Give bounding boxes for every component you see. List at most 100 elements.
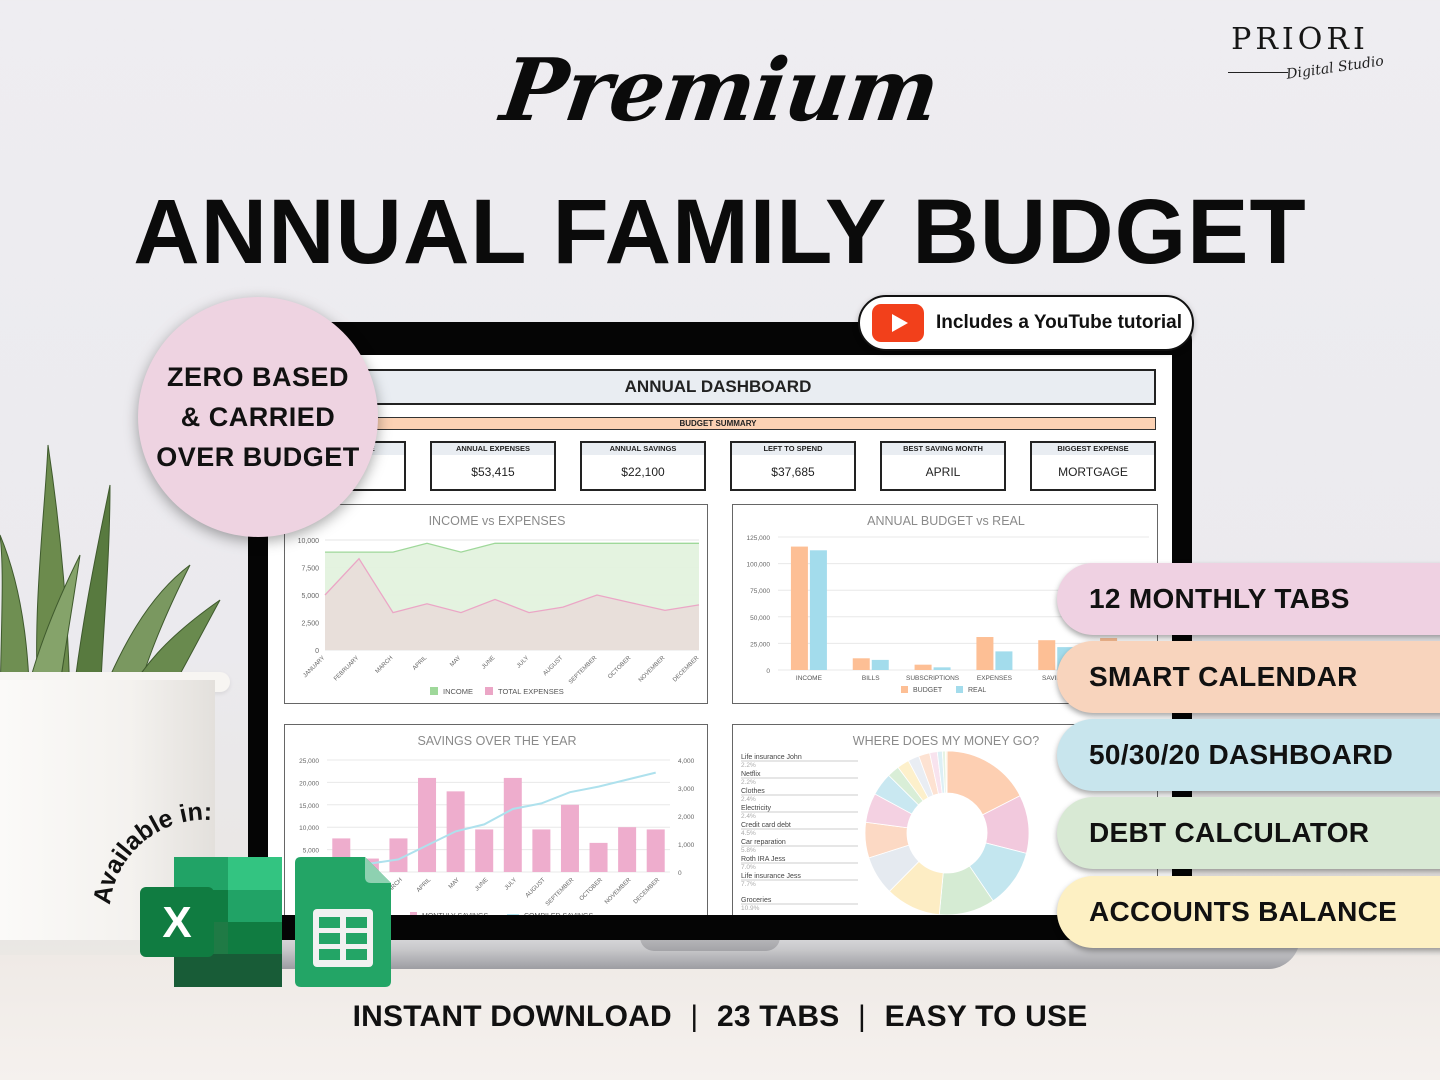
x-tick-label: EXPENSES (977, 675, 1013, 682)
bar-monthly-savings (503, 777, 522, 872)
y-tick-label: 5,000 (303, 848, 320, 855)
bar-budget (790, 546, 808, 670)
footer-instant-download: INSTANT DOWNLOAD (352, 1000, 672, 1033)
bar-budget (914, 664, 932, 670)
x-tick-label: MARCH (375, 655, 395, 675)
pie-label-pct: 7.7% (741, 881, 756, 888)
legend-label: COMPILED SAVINGS (524, 913, 593, 915)
chart-title: WHERE DOES MY MONEY GO? (853, 734, 1039, 748)
dashboard-title: ANNUAL DASHBOARD (280, 369, 1156, 405)
legend-label: BUDGET (913, 687, 943, 694)
x-tick-label: JULY (516, 655, 530, 669)
bar-monthly-savings (560, 804, 579, 872)
x-tick-label: SEPTEMBER (568, 655, 599, 686)
pie-label-name: Roth IRA Jess (741, 856, 786, 863)
x-tick-label: DECEMBER (633, 877, 662, 906)
youtube-tutorial-label: Includes a YouTube tutorial (936, 312, 1182, 333)
kpi-label: ANNUAL EXPENSES (432, 443, 554, 455)
feature-smart-calendar: SMART CALENDAR (1057, 641, 1440, 713)
x-tick-label: MAY (449, 655, 462, 668)
x-tick-label: AUGUST (525, 877, 547, 899)
chart-title: ANNUAL BUDGET vs REAL (867, 514, 1025, 528)
feature-503020-dashboard: 50/30/20 DASHBOARD (1057, 719, 1440, 791)
bar-budget (1038, 640, 1056, 670)
feature-debt-calculator: DEBT CALCULATOR (1057, 797, 1440, 869)
y2-tick-label: 2,000 (678, 814, 695, 821)
legend-label: MONTHLY SAVINGS (422, 913, 488, 915)
legend-swatch (956, 686, 963, 693)
legend-label: INCOME (443, 687, 473, 696)
x-tick-label: MAY (448, 877, 461, 890)
bar-monthly-savings (618, 827, 637, 872)
y-tick-label: 0 (315, 648, 319, 655)
x-tick-label: APRIL (416, 877, 433, 894)
x-tick-label: NOVEMBER (638, 655, 667, 684)
pie-label-pct: 10.9% (741, 905, 760, 912)
laptop-screen: ANNUAL DASHBOARD BUDGET SUMMARY ANNUAL I… (268, 355, 1172, 915)
y-tick-label: 10,000 (298, 538, 320, 545)
y-tick-label: 7,500 (301, 566, 319, 573)
bar-monthly-savings (646, 829, 665, 872)
legend-swatch (430, 687, 438, 695)
y-tick-label: 2,500 (301, 621, 319, 628)
footer-easy-to-use: EASY TO USE (884, 1000, 1088, 1033)
x-tick-label: BILLS (862, 675, 880, 682)
x-tick-label: DECEMBER (672, 655, 701, 684)
zero-based-badge: ZERO BASED & CARRIED OVER BUDGET (138, 297, 378, 537)
legend-swatch (485, 687, 493, 695)
kpi-annual-expenses: ANNUAL EXPENSES $53,415 (430, 441, 556, 491)
pie-label-pct: 2.4% (741, 796, 756, 803)
svg-text:X: X (162, 898, 191, 947)
badge-line: ZERO BASED (166, 362, 350, 392)
x-tick-label: JULY (504, 877, 518, 891)
kpi-value: APRIL (925, 465, 961, 479)
y-tick-label: 50,000 (750, 615, 770, 622)
y2-tick-label: 3,000 (678, 786, 695, 793)
google-sheets-icon (295, 857, 391, 987)
badge-line: & CARRIED (180, 402, 336, 432)
y-tick-label: 5,000 (301, 593, 319, 600)
budget-summary-header: BUDGET SUMMARY (280, 417, 1156, 430)
pie-label-pct: 4.5% (741, 830, 756, 837)
kpi-value: $53,415 (471, 465, 515, 479)
x-tick-label: APRIL (412, 655, 429, 672)
hero-title: ANNUAL FAMILY BUDGET (133, 181, 1307, 283)
kpi-value: $37,685 (771, 465, 815, 479)
y-tick-label: 10,000 (299, 825, 319, 832)
x-tick-label: JUNE (481, 655, 496, 670)
y-tick-label: 25,000 (299, 758, 319, 765)
pie-label-pct: 5.8% (741, 847, 756, 854)
bar-budget (852, 658, 870, 670)
bar-real (809, 550, 827, 670)
x-tick-label: FEBRUARY (333, 655, 360, 682)
kpi-value: MORTGAGE (1058, 465, 1128, 479)
kpi-annual-savings: ANNUAL SAVINGS $22,100 (580, 441, 706, 491)
pie-label-pct: 2.4% (741, 813, 756, 820)
pie-label-name: Life insurance Jess (741, 873, 801, 880)
bar-monthly-savings (589, 842, 608, 872)
pie-label-name: Groceries (741, 897, 772, 904)
y-tick-label: 75,000 (750, 588, 770, 595)
x-tick-label: JUNE (474, 877, 489, 892)
bar-budget (976, 637, 994, 670)
pie-label-name: Netflix (741, 771, 761, 778)
y-tick-label: 15,000 (299, 803, 319, 810)
y2-tick-label: 0 (678, 870, 682, 877)
chart-title: INCOME vs EXPENSES (429, 514, 566, 528)
y-tick-label: 125,000 (747, 535, 771, 542)
pie-label-pct: 2.2% (741, 762, 756, 769)
footer-separator: | (690, 1000, 699, 1033)
kpi-best-saving-month: BEST SAVING MONTH APRIL (880, 441, 1006, 491)
y-tick-label: 25,000 (750, 641, 770, 648)
feature-accounts-balance: ACCOUNTS BALANCE (1057, 876, 1440, 948)
badge-line: OVER BUDGET (156, 442, 360, 472)
footer-tagline: INSTANT DOWNLOAD | 23 TABS | EASY TO USE (0, 1000, 1440, 1034)
x-tick-label: AUGUST (542, 655, 564, 677)
feature-monthly-tabs: 12 MONTHLY TABS (1057, 563, 1440, 635)
chart-title: SAVINGS OVER THE YEAR (417, 734, 576, 748)
legend-swatch (410, 912, 417, 915)
y2-tick-label: 4,000 (678, 758, 695, 765)
kpi-label: BEST SAVING MONTH (882, 443, 1004, 455)
pie-label-name: Life insurance John (741, 754, 802, 761)
bar-monthly-savings (532, 829, 551, 872)
